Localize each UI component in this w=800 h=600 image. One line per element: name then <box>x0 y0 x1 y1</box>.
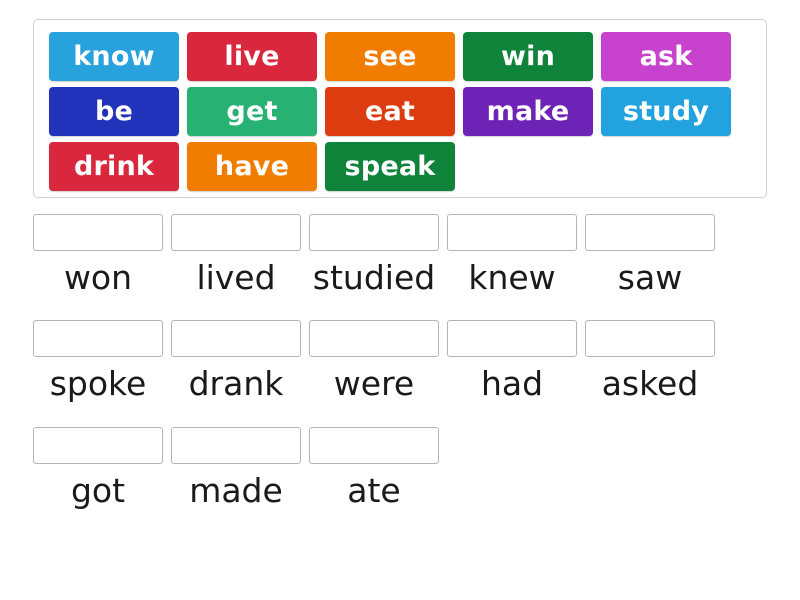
answer-label: saw <box>617 258 683 297</box>
answer-label: were <box>333 364 415 404</box>
drop-zone[interactable] <box>585 214 715 251</box>
answer-label: made <box>189 470 283 510</box>
answer-label: got <box>70 470 126 510</box>
word-tile[interactable]: live <box>187 32 317 81</box>
answer-label: drank <box>188 364 284 404</box>
answer-cell: were <box>309 320 439 402</box>
word-tile[interactable]: have <box>187 142 317 191</box>
drop-zone[interactable] <box>447 320 577 358</box>
answer-cell: got <box>33 426 163 510</box>
drop-zone[interactable] <box>309 320 439 358</box>
answer-cell: spoke <box>33 320 163 402</box>
word-tile[interactable]: be <box>49 87 179 136</box>
word-tile[interactable]: know <box>49 32 179 81</box>
answer-row: spoke drank were had asked <box>33 320 767 402</box>
answer-cell: studied <box>309 214 439 296</box>
drop-zone[interactable] <box>309 426 439 464</box>
word-tile-bank: know live see win ask be get eat make study drink h… <box>33 19 767 198</box>
answer-label: ate <box>347 470 401 510</box>
word-tile[interactable]: speak <box>325 142 455 191</box>
answer-cell: knew <box>447 214 577 296</box>
answer-cell: made <box>171 426 301 510</box>
word-tile[interactable]: drink <box>49 142 179 191</box>
word-tile[interactable]: ask <box>601 32 731 81</box>
drop-zone[interactable] <box>171 214 301 251</box>
answer-label: won <box>63 258 133 297</box>
answer-cell: asked <box>585 320 715 402</box>
word-tile[interactable]: get <box>187 87 317 136</box>
drop-zone[interactable] <box>171 320 301 358</box>
answer-label: had <box>480 364 544 404</box>
answer-cell: ate <box>309 426 439 510</box>
answer-label: asked <box>601 364 699 404</box>
answer-cell: drank <box>171 320 301 402</box>
drop-zone[interactable] <box>33 214 163 251</box>
answer-grid: won lived studied knew saw spoke drank were had a… <box>33 214 767 533</box>
drop-zone[interactable] <box>585 320 715 358</box>
answer-row: got made ate <box>33 426 767 510</box>
word-tile[interactable]: win <box>463 32 593 81</box>
word-tile[interactable]: see <box>325 32 455 81</box>
answer-row: won lived studied knew saw <box>33 214 767 296</box>
answer-cell: saw <box>585 214 715 296</box>
tile-row: drink have speak <box>49 142 766 191</box>
tile-row: be get eat make study <box>49 87 766 136</box>
answer-label: studied <box>312 258 436 297</box>
answer-cell: lived <box>171 214 301 296</box>
answer-cell: won <box>33 214 163 296</box>
drop-zone[interactable] <box>33 426 163 464</box>
tile-row: know live see win ask <box>49 32 766 81</box>
answer-label: knew <box>468 258 556 297</box>
answer-cell: had <box>447 320 577 402</box>
word-tile[interactable]: make <box>463 87 593 136</box>
drop-zone[interactable] <box>309 214 439 251</box>
drop-zone[interactable] <box>447 214 577 251</box>
drop-zone[interactable] <box>171 426 301 464</box>
word-tile[interactable]: eat <box>325 87 455 136</box>
answer-label: spoke <box>49 364 147 404</box>
drop-zone[interactable] <box>33 320 163 358</box>
word-tile[interactable]: study <box>601 87 731 136</box>
answer-label: lived <box>196 258 276 297</box>
